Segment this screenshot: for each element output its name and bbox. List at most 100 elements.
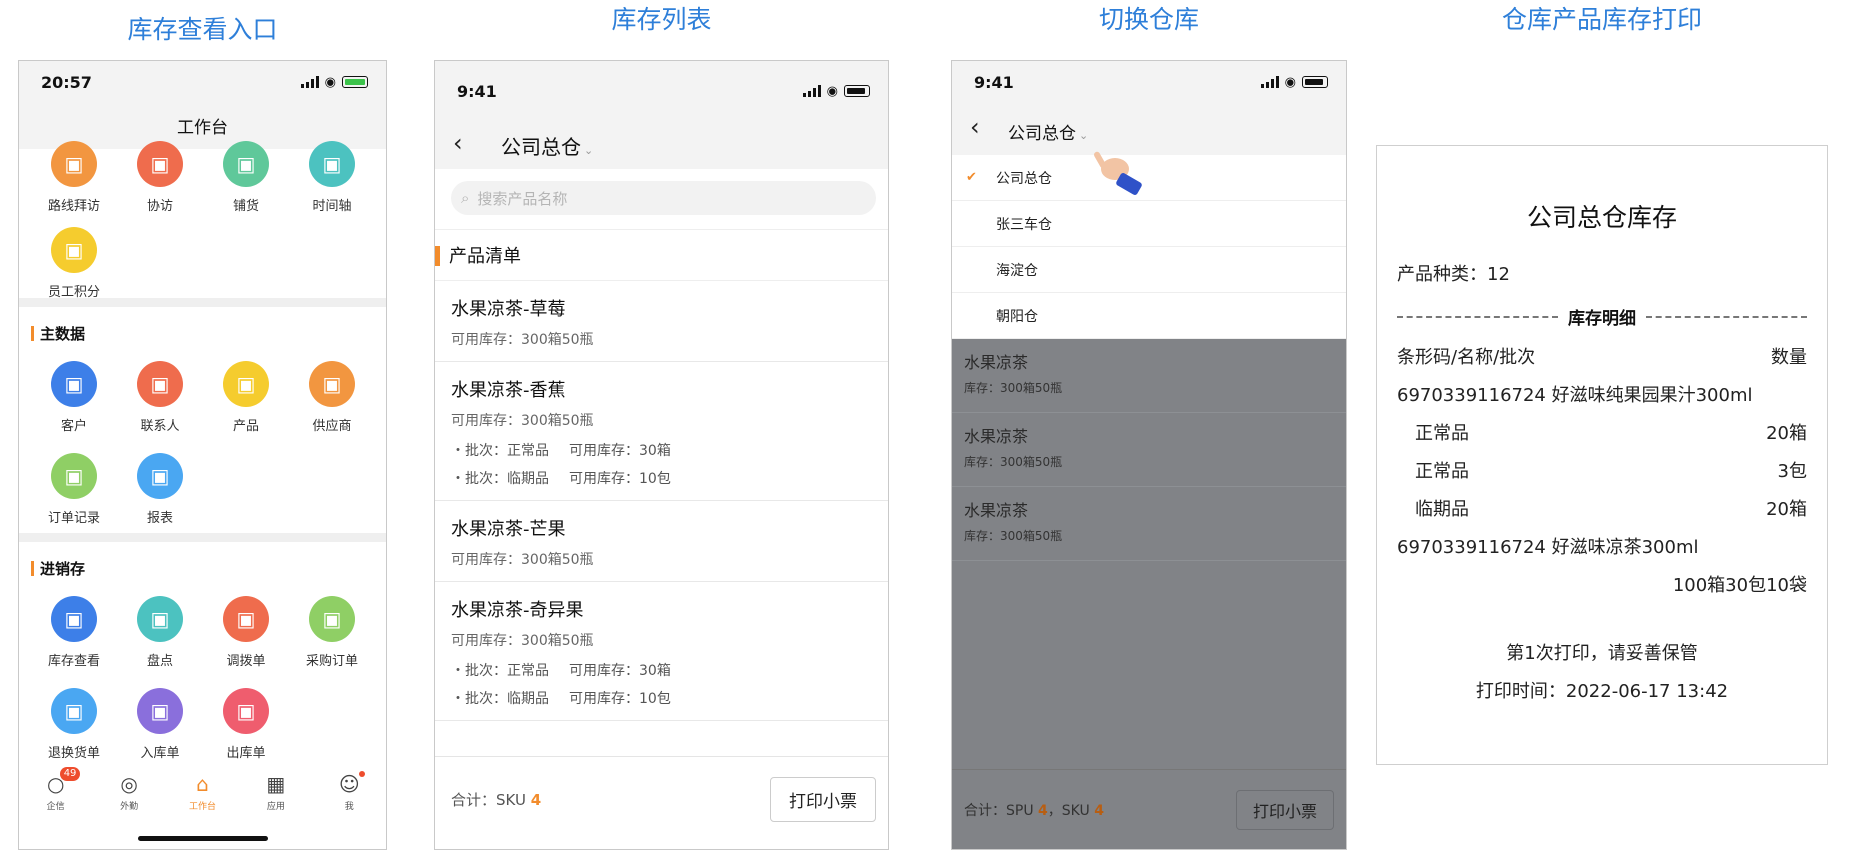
tab-messages[interactable]: ○ 49 企信 (26, 767, 86, 812)
grid-item-label: 铺货 (232, 199, 259, 214)
grid-item-5[interactable]: ▣ 订单记录 (31, 453, 117, 545)
back-chevron-icon[interactable]: ‹ (970, 113, 980, 141)
product-list: 水果凉茶-草莓 可用库存：300箱50瓶 水果凉茶-香蕉 可用库存：300箱50瓶 ・批… (435, 281, 888, 721)
dimmed-list-item: 水果凉茶库存：300箱50瓶 (952, 339, 1346, 413)
warehouse-selector[interactable]: 公司总仓 ⌄ (501, 131, 593, 160)
grid-item-label: 报表 (146, 511, 173, 526)
warehouse-selector[interactable]: 公司总仓 ⌄ (1008, 119, 1088, 144)
total-label-sku: ，SKU (1047, 802, 1090, 819)
contact-icon: ▣ (137, 361, 183, 407)
batch-name: 正常品 (1415, 461, 1469, 482)
product-list-item[interactable]: 水果凉茶-草莓 可用库存：300箱50瓶 (435, 281, 888, 362)
print-receipt-button[interactable]: 打印小票 (1235, 789, 1334, 830)
product-name: 6970339116724 好滋味凉茶300ml (1397, 537, 1699, 558)
dimmed-list-item: 水果凉茶 库存：300箱50瓶 (952, 413, 1346, 487)
purchase-icon: ▣ (309, 596, 355, 642)
grid-item-6[interactable]: ▣ 报表 (117, 453, 203, 545)
outbound-icon: ▣ (223, 688, 269, 734)
notification-dot (359, 771, 366, 777)
section-title-switch: 切换仓库 (1098, 5, 1199, 34)
batch-available: 可用库存：10包 (569, 691, 671, 707)
grid-item-4[interactable]: ▣ 时间轴 (289, 141, 375, 233)
tab-apps[interactable]: ▦ 应用 (246, 771, 306, 812)
home-indicator[interactable] (137, 836, 268, 841)
product-stock: 可用库存：300箱50瓶 (451, 332, 594, 348)
total-summary: 合计：SPU 4，SKU 4 (964, 800, 1104, 820)
receipt-product-total: 100箱30包10袋 (1397, 571, 1807, 597)
warehouse-option-label: 公司总仓 (996, 170, 1052, 187)
grid-item-label: 时间轴 (312, 199, 352, 214)
tab-label: 应用 (266, 802, 285, 812)
inventory-grid: ▣ 库存查看 ▣ 盘点 ▣ 调拨单 ▣ 采购订单 ▣ 退换货单 ▣ 入库单 ▣ 出库单 (19, 596, 386, 780)
batch-name: ・批次：正常品 (451, 443, 549, 459)
tab-me[interactable]: ☺ 我 (319, 771, 379, 812)
grid-item-4[interactable]: ▣ 采购订单 (289, 596, 375, 688)
receipt-types: 产品种类：12 (1397, 260, 1807, 286)
product-list-item[interactable]: 水果凉茶-芒果 可用库存：300箱50瓶 (435, 501, 888, 582)
grid-item-4[interactable]: ▣ 供应商 (289, 361, 375, 453)
product-stock: 库存：300箱50瓶 (964, 529, 1063, 543)
grid-item-2[interactable]: ▣ 联系人 (117, 361, 203, 453)
tab-field[interactable]: ◎ 外勤 (99, 771, 159, 812)
batch-row: ・批次：正常品 可用库存：30箱 (451, 440, 872, 460)
product-list-item[interactable]: 水果凉茶-香蕉 可用库存：300箱50瓶 ・批次：正常品 可用库存：30箱 ・批次：临期… (435, 362, 888, 501)
search-icon: ⌕ (461, 189, 470, 207)
batch-rows: 正常品 20箱 正常品 3包 临期品 20箱 (1397, 419, 1807, 521)
warehouse-name: 公司总仓 (1008, 124, 1076, 144)
product-name: 水果凉茶 (964, 427, 1029, 446)
detail-label: 库存明细 (1568, 309, 1636, 329)
batch-qty: 20箱 (1766, 499, 1807, 520)
warehouse-option[interactable]: ✔ 公司总仓 (952, 155, 1346, 201)
print-receipt-button[interactable]: 打印小票 (770, 776, 876, 822)
grid-item-2[interactable]: ▣ 盘点 (117, 596, 203, 688)
product-name: 水果凉茶 (964, 353, 1029, 372)
grid-item-1[interactable]: ▣ 客户 (31, 361, 117, 453)
warehouse-option-label: 张三车仓 (996, 216, 1052, 233)
route-icon: ▣ (51, 141, 97, 187)
batch-name: 临期品 (1415, 499, 1469, 520)
total-sku: 4 (530, 790, 542, 809)
dimmed-list-item: 水果凉茶库存：300箱50瓶 (952, 487, 1346, 561)
status-bar: 9:41 ◉ (435, 69, 888, 113)
back-chevron-icon[interactable]: ‹ (453, 129, 463, 157)
home-icon: ⌂ (196, 772, 209, 796)
col-left-label: 条形码/名称/批次 (1397, 347, 1536, 368)
tab-workbench[interactable]: ⌂ 工作台 (172, 771, 232, 812)
warehouse-option-label: 朝阳仓 (996, 308, 1038, 325)
master-data-grid: ▣ 客户 ▣ 联系人 ▣ 产品 ▣ 供应商 ▣ 订单记录 ▣ 报表 (19, 361, 386, 545)
list-header-label: 产品清单 (449, 246, 521, 267)
signal-icon (802, 85, 821, 97)
tab-bar: ○ 49 企信 ◎ 外勤 ⌂ 工作台 ▦ 应用 ☺ 我 (19, 761, 386, 849)
grid-item-3[interactable]: ▣ 铺货 (203, 141, 289, 233)
quick-grid: ▣ 路线拜访 ▣ 协访 ▣ 铺货 ▣ 时间轴 (19, 141, 386, 233)
warehouse-option[interactable]: 张三车仓 (952, 201, 1346, 247)
print-time: 打印时间：2022-06-17 13:42 (1397, 677, 1807, 703)
status-bar: 9:41 ◉ (952, 61, 1346, 103)
grid-item-3[interactable]: ▣ 调拨单 (203, 596, 289, 688)
grid-item-2[interactable]: ▣ 协访 (117, 141, 203, 233)
workbench-phone: 20:57 ◉ 工作台 ▣ 路线拜访 ▣ 协访 ▣ 铺货 ▣ 时间轴 ▣ 员工积分 主数据 ▣ 客… (18, 60, 387, 850)
battery-charging-icon (342, 76, 368, 88)
warehouse-name: 公司总仓 (501, 135, 581, 159)
product-stock: 库存：300箱50瓶 (964, 381, 1063, 395)
tab-label: 工作台 (188, 802, 216, 812)
warehouse-option[interactable]: 朝阳仓 (952, 293, 1346, 339)
page-title: 工作台 (177, 118, 228, 138)
grid-item-1[interactable]: ▣ 路线拜访 (31, 141, 117, 233)
nav-header: 9:41 ◉ ‹ 公司总仓 ⌄ (435, 61, 888, 169)
grid-item-3[interactable]: ▣ 产品 (203, 361, 289, 453)
timeline-icon: ▣ (309, 141, 355, 187)
tap-hand-icon (1094, 151, 1142, 195)
section-title-list: 库存列表 (611, 5, 712, 34)
search-placeholder: 搜索产品名称 (477, 189, 568, 208)
warehouse-option[interactable]: 海淀仓 (952, 247, 1346, 293)
grid-item-1[interactable]: ▣ 库存查看 (31, 596, 117, 688)
workbench-header: 20:57 ◉ 工作台 (19, 61, 386, 149)
check-icon: ✔ (966, 170, 977, 185)
product-name: 水果凉茶 (964, 501, 1029, 520)
search-input[interactable]: ⌕ 搜索产品名称 (451, 181, 876, 215)
product-list-item[interactable]: 水果凉茶-奇异果 可用库存：300箱50瓶 ・批次：正常品 可用库存：30箱 ・批次：临… (435, 582, 888, 721)
dim-overlay[interactable]: 水果凉茶 库存：300箱50瓶 水果凉茶 库存：300箱50瓶 水果凉茶 库存：300箱5… (952, 339, 1346, 849)
batch-name: ・批次：正常品 (451, 663, 549, 679)
chevron-down-icon: ⌄ (584, 144, 594, 157)
